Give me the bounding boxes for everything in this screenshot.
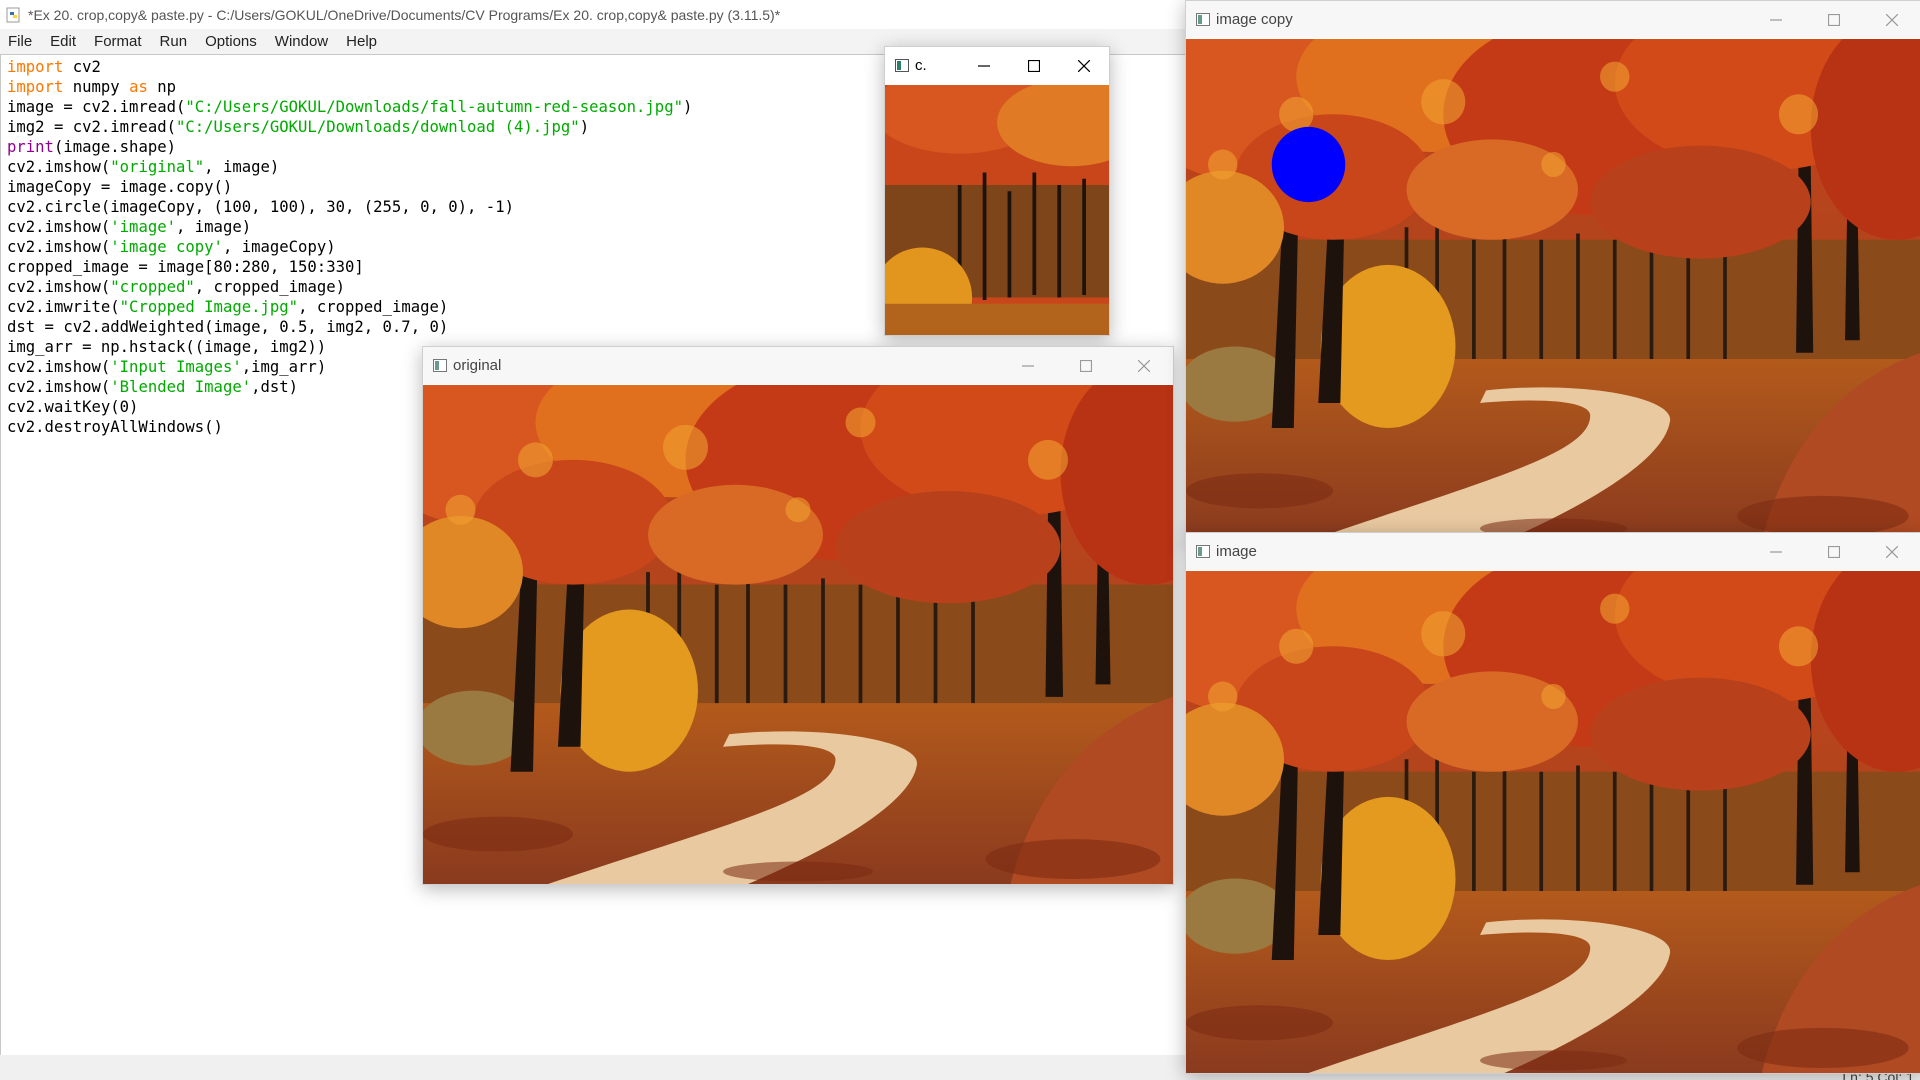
image-window[interactable]: image (1185, 532, 1920, 1074)
minimize-icon (1022, 364, 1034, 367)
maximize-button[interactable] (1057, 347, 1115, 384)
cropped-window-title: c. (915, 57, 927, 74)
close-icon (1138, 359, 1150, 372)
editor-title: *Ex 20. crop,copy& paste.py - C:/Users/G… (28, 6, 781, 23)
menu-format[interactable]: Format (86, 33, 152, 50)
maximize-icon (1828, 545, 1840, 558)
close-button[interactable] (1863, 1, 1920, 38)
image-copy-image (1186, 39, 1920, 541)
menu-run[interactable]: Run (152, 33, 198, 50)
close-icon (1078, 59, 1090, 72)
blue-circle (1271, 126, 1346, 203)
menu-file[interactable]: File (0, 33, 42, 50)
minimize-button[interactable] (999, 347, 1057, 384)
close-icon (1886, 545, 1898, 558)
cropped-title-bar[interactable]: c. (885, 47, 1109, 84)
menu-window[interactable]: Window (267, 33, 338, 50)
minimize-icon (1770, 18, 1782, 21)
menu-edit[interactable]: Edit (42, 33, 86, 50)
opencv-window-icon (895, 59, 909, 72)
minimize-icon (978, 64, 990, 67)
maximize-button[interactable] (1805, 533, 1863, 570)
image-copy-title-bar[interactable]: image copy (1186, 1, 1920, 38)
original-window-title: original (453, 357, 502, 374)
image-copy-window[interactable]: image copy (1185, 0, 1920, 542)
original-title-bar[interactable]: original (423, 347, 1173, 384)
maximize-button[interactable] (1805, 1, 1863, 38)
cropped-window[interactable]: c. (884, 46, 1110, 336)
minimize-button[interactable] (1747, 1, 1805, 38)
cropped-image (885, 85, 1109, 335)
original-image (423, 385, 1173, 884)
close-icon (1886, 13, 1898, 26)
menu-options[interactable]: Options (197, 33, 267, 50)
maximize-icon (1828, 13, 1840, 26)
opencv-window-icon (1196, 13, 1210, 26)
close-button[interactable] (1115, 347, 1173, 384)
opencv-window-icon (433, 359, 447, 372)
maximize-icon (1028, 59, 1040, 72)
close-button[interactable] (1059, 47, 1109, 84)
maximize-button[interactable] (1009, 47, 1059, 84)
original-window[interactable]: original (422, 346, 1174, 885)
opencv-window-icon (1196, 545, 1210, 558)
image-copy-window-title: image copy (1216, 11, 1293, 28)
menu-help[interactable]: Help (338, 33, 387, 50)
close-button[interactable] (1863, 533, 1920, 570)
image-image (1186, 571, 1920, 1073)
maximize-icon (1080, 359, 1092, 372)
image-title-bar[interactable]: image (1186, 533, 1920, 570)
python-file-icon (6, 7, 20, 22)
minimize-button[interactable] (1747, 533, 1805, 570)
minimize-button[interactable] (959, 47, 1009, 84)
editor-title-bar[interactable]: *Ex 20. crop,copy& paste.py - C:/Users/G… (0, 0, 1190, 29)
image-window-title: image (1216, 543, 1257, 560)
minimize-icon (1770, 550, 1782, 553)
